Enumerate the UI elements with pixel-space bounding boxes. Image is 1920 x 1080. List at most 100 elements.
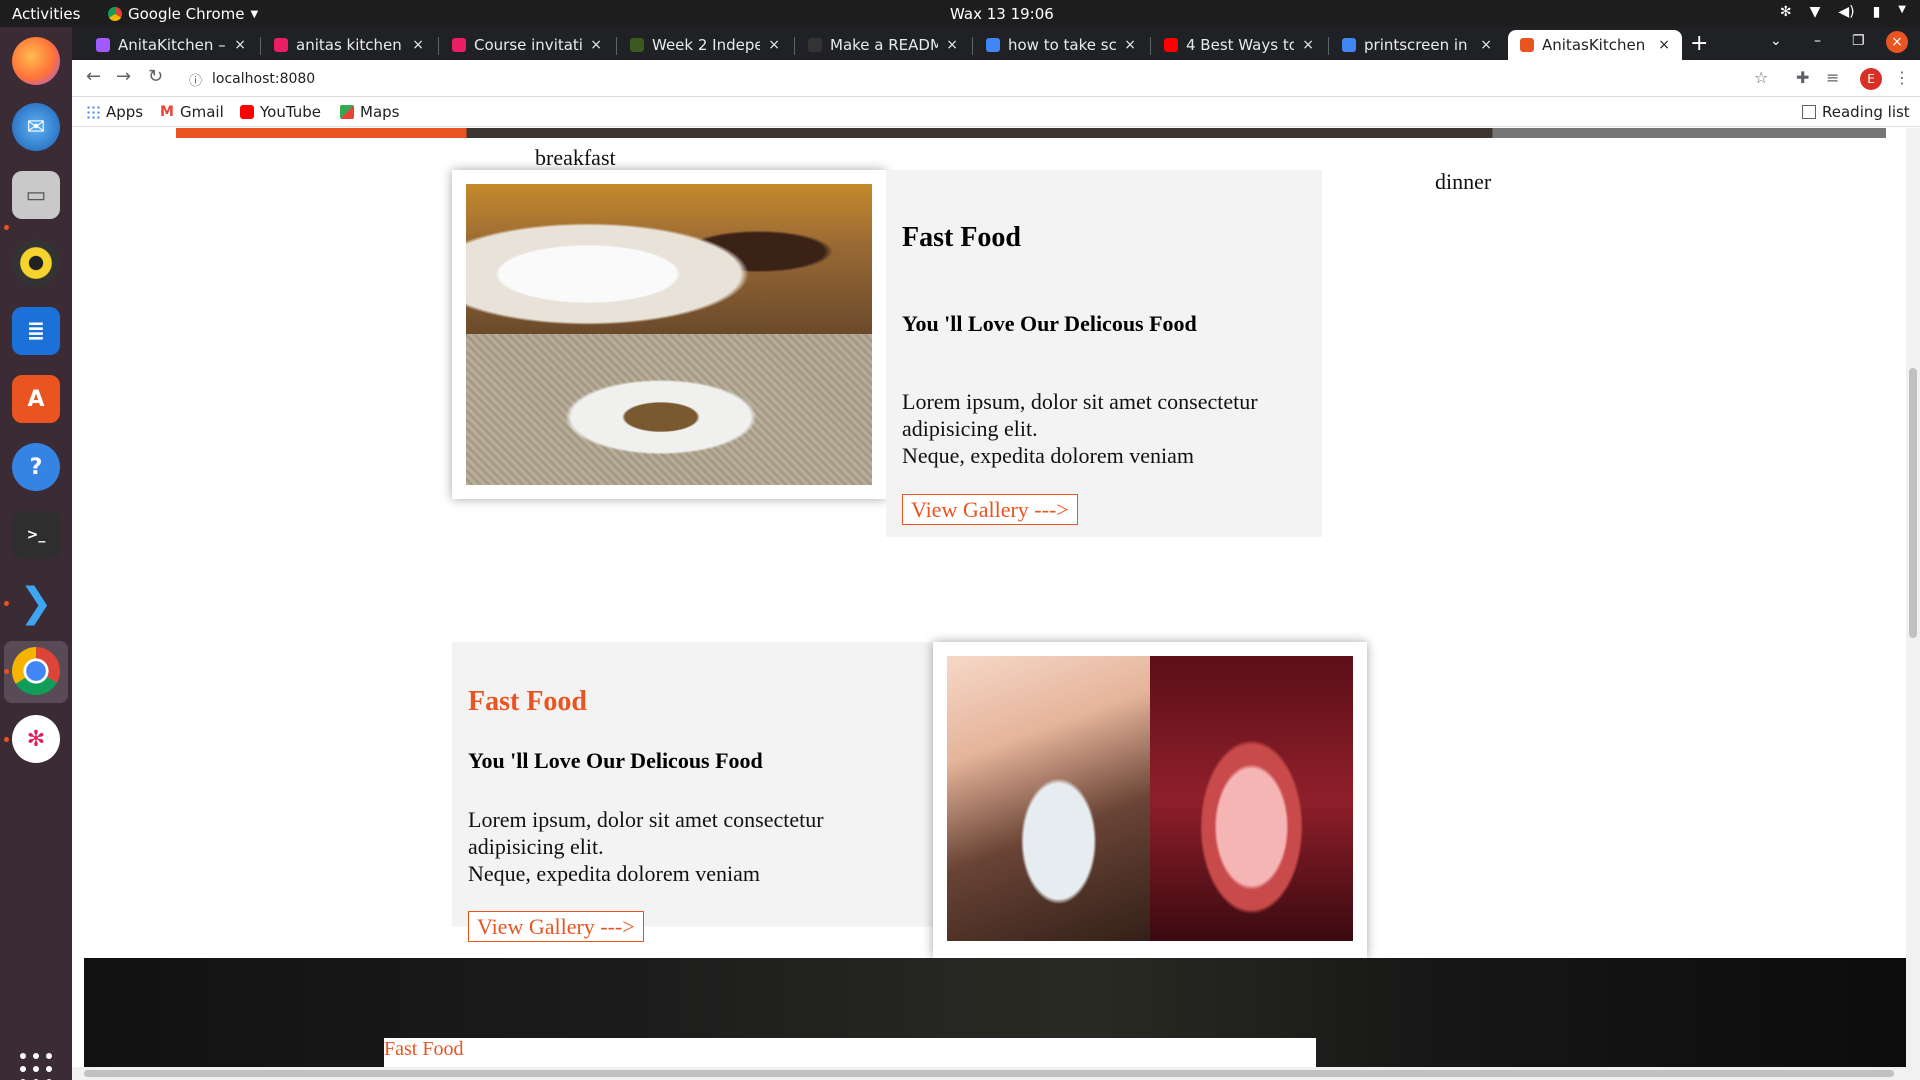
firefox-icon[interactable] [12, 37, 60, 85]
back-button[interactable]: ← [86, 66, 101, 87]
slack-tray-icon: ✻ [1779, 4, 1792, 20]
section-2-view-gallery-button[interactable]: View Gallery ---> [468, 911, 644, 942]
address-bar[interactable]: ⓘ localhost:8080 [177, 64, 1777, 94]
clock[interactable]: Wax 13 19:06 [950, 5, 1054, 23]
horizontal-scroll-thumb[interactable] [84, 1070, 1894, 1077]
software-center-icon[interactable]: A [12, 375, 60, 423]
tab-breakfast[interactable]: breakfast [535, 145, 616, 171]
bookmark-youtube[interactable]: YouTube [240, 103, 321, 121]
close-tab-icon[interactable]: × [412, 37, 424, 53]
vscode-icon[interactable]: ❯ [12, 579, 60, 627]
bookmark-label: Apps [106, 103, 144, 121]
close-window-button[interactable]: × [1886, 31, 1908, 53]
reading-list-label: Reading list [1822, 103, 1910, 121]
browser-tab[interactable]: Make a README × [796, 30, 970, 60]
tab-favicon-icon [274, 38, 288, 52]
apps-grid-icon [86, 105, 100, 119]
bookmark-maps[interactable]: Maps [340, 103, 399, 121]
section-1-title: Fast Food [902, 222, 1021, 253]
slack-icon[interactable]: ✻ [12, 715, 60, 763]
tab-favicon-icon [1342, 38, 1356, 52]
browser-tab[interactable]: Week 2 Independ × [618, 30, 792, 60]
bottom-card: Fast Food [384, 1038, 1316, 1067]
bookmark-apps[interactable]: Apps [86, 103, 143, 121]
tab-title: AnitaKitchen – Fi [118, 36, 226, 54]
help-icon[interactable]: ? [12, 443, 60, 491]
running-indicator [4, 601, 9, 606]
tab-title: Week 2 Independ [652, 36, 761, 54]
rhythmbox-icon[interactable] [12, 239, 60, 287]
vertical-scrollbar[interactable] [1906, 128, 1920, 1067]
system-top-bar: Activities Google Chrome ▼ Wax 13 19:06 … [0, 0, 1920, 27]
tab-separator [972, 37, 973, 55]
browser-tab[interactable]: 4 Best Ways to T × [1152, 30, 1326, 60]
restore-button[interactable]: ❐ [1852, 33, 1865, 49]
reading-list-icon [1802, 105, 1816, 119]
section-1-subtitle: You 'll Love Our Delicous Food [902, 311, 1197, 336]
browser-tab[interactable]: Course invitation × [440, 30, 614, 60]
close-tab-icon[interactable]: × [590, 37, 602, 53]
dock: ✉ ▭ ≣ A ? >_ ❯ ✻ [0, 27, 72, 1080]
bookmarks-bar: Apps M Gmail YouTube Maps Reading list [72, 97, 1920, 127]
close-tab-icon[interactable]: × [946, 37, 958, 53]
breakfast-image-card [452, 170, 886, 499]
writer-icon[interactable]: ≣ [12, 307, 60, 355]
volume-icon: ◀) [1838, 4, 1855, 20]
tab-title: Course invitation [474, 36, 583, 54]
new-tab-button[interactable]: + [1690, 31, 1708, 56]
reload-button[interactable]: ↻ [148, 66, 163, 87]
chrome-icon[interactable] [12, 647, 60, 695]
tab-dinner[interactable]: dinner [1435, 169, 1491, 195]
footer-banner-image: Fast Food [84, 958, 1906, 1067]
close-tab-icon[interactable]: × [1658, 37, 1670, 53]
close-tab-icon[interactable]: × [234, 37, 246, 53]
thunderbird-icon[interactable]: ✉ [12, 103, 60, 151]
files-icon[interactable]: ▭ [12, 171, 60, 219]
section-1-view-gallery-button[interactable]: View Gallery ---> [902, 494, 1078, 525]
close-tab-icon[interactable]: × [1480, 37, 1492, 53]
browser-toolbar: ← → ↻ ⓘ localhost:8080 ☆ ✚ ≡ E ⋮ [72, 60, 1920, 97]
browser-tab[interactable]: printscreen in hp × [1330, 30, 1504, 60]
chevron-down-icon: ▼ [1898, 4, 1906, 15]
browser-tab[interactable]: how to take scre × [974, 30, 1148, 60]
tab-title: AnitasKitchen [1542, 36, 1646, 54]
app-menu[interactable]: Google Chrome ▼ [108, 5, 258, 23]
chevron-down-icon: ▼ [250, 8, 259, 20]
tab-favicon-icon [630, 38, 644, 52]
browser-tab[interactable]: anitas kitchen fi × [262, 30, 436, 60]
tab-search-icon[interactable]: ⌄ [1770, 33, 1782, 49]
vertical-scroll-thumb[interactable] [1909, 368, 1917, 638]
system-tray[interactable]: ✻ ▼ ◀) ▮ ▼ [1780, 4, 1906, 20]
chrome-icon [108, 7, 122, 21]
media-control-icon[interactable]: ≡ [1826, 68, 1839, 87]
forward-button[interactable]: → [116, 66, 131, 87]
bookmark-star-icon[interactable]: ☆ [1754, 68, 1768, 87]
maps-icon [340, 105, 354, 119]
close-tab-icon[interactable]: × [768, 37, 780, 53]
section-1-text-line-1: Lorem ipsum, dolor sit amet consectetur [902, 389, 1258, 414]
activities-button[interactable]: Activities [12, 5, 80, 23]
tab-favicon-icon [808, 38, 822, 52]
dessert-plate-image [466, 184, 872, 334]
menu-kebab-icon[interactable]: ⋮ [1894, 68, 1910, 87]
profile-avatar[interactable]: E [1860, 68, 1882, 90]
browser-tab[interactable]: AnitaKitchen – Fi × [84, 30, 258, 60]
minimize-button[interactable]: – [1814, 33, 1821, 49]
tab-favicon-icon [1520, 38, 1534, 52]
tab-title: anitas kitchen fi [296, 36, 405, 54]
browser-tab[interactable]: AnitasKitchen × [1508, 30, 1682, 60]
hero-image-bottom-edge [176, 128, 1886, 138]
section-2-subtitle: You 'll Love Our Delicous Food [468, 748, 763, 773]
reading-list-button[interactable]: Reading list [1802, 103, 1910, 121]
app-name-label: Google Chrome [128, 5, 245, 23]
extensions-icon[interactable]: ✚ [1796, 68, 1809, 87]
terminal-icon[interactable]: >_ [12, 511, 60, 559]
close-tab-icon[interactable]: × [1124, 37, 1136, 53]
bookmark-gmail[interactable]: M Gmail [160, 103, 224, 121]
section-2-title: Fast Food [468, 686, 587, 717]
show-applications-icon[interactable] [20, 1053, 52, 1080]
close-tab-icon[interactable]: × [1302, 37, 1314, 53]
bookmark-label: Gmail [180, 103, 224, 121]
site-info-icon[interactable]: ⓘ [189, 70, 202, 89]
horizontal-scrollbar[interactable] [72, 1067, 1920, 1080]
